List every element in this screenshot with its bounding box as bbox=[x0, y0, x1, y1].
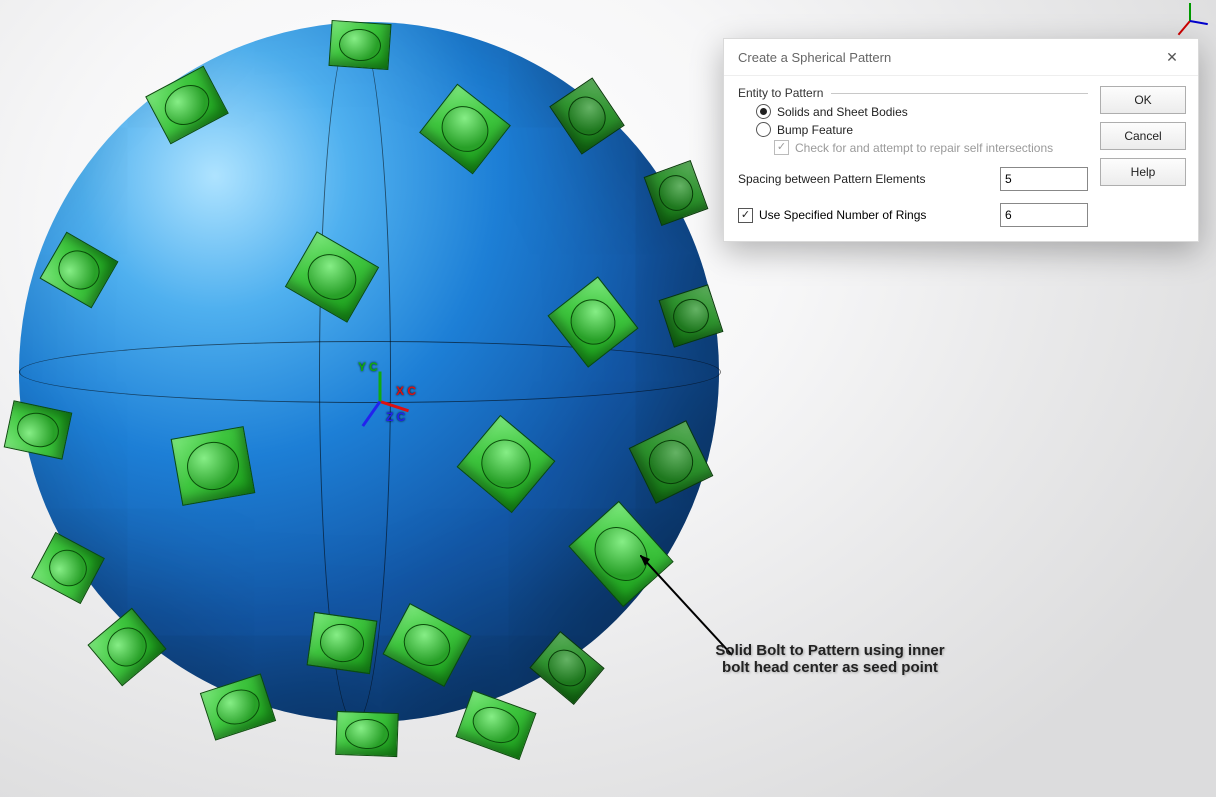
checkbox-icon bbox=[738, 208, 753, 223]
check-repair-intersections: Check for and attempt to repair self int… bbox=[774, 140, 1088, 155]
radio-label: Bump Feature bbox=[777, 123, 853, 137]
dialog-titlebar[interactable]: Create a Spherical Pattern ✕ bbox=[724, 39, 1198, 76]
axis-label-x: X C bbox=[396, 384, 416, 398]
view-triad bbox=[1172, 2, 1212, 42]
bolt-instance bbox=[328, 20, 391, 70]
radio-solids-and-sheet-bodies[interactable]: Solids and Sheet Bodies bbox=[756, 104, 1088, 119]
group-label: Entity to Pattern bbox=[738, 86, 823, 100]
close-button[interactable]: ✕ bbox=[1156, 45, 1188, 69]
radio-bump-feature[interactable]: Bump Feature bbox=[756, 122, 1088, 137]
bolt-instance bbox=[335, 711, 398, 757]
divider bbox=[831, 93, 1088, 94]
spherical-pattern-dialog: Create a Spherical Pattern ✕ Entity to P… bbox=[723, 38, 1199, 242]
check-use-specified-rings[interactable]: Use Specified Number of Rings bbox=[738, 208, 990, 223]
spacing-input[interactable] bbox=[1000, 167, 1088, 191]
cad-viewport[interactable]: X C Y C Z C Solid Bolt to Pattern using … bbox=[0, 0, 1216, 797]
close-icon: ✕ bbox=[1166, 49, 1178, 66]
bolt-instance bbox=[171, 426, 256, 506]
axis-label-z: Z C bbox=[386, 410, 405, 424]
bolt-instance bbox=[455, 690, 536, 760]
help-button[interactable]: Help bbox=[1100, 158, 1186, 186]
checkbox-label: Use Specified Number of Rings bbox=[759, 208, 926, 222]
axis-label-y: Y C bbox=[358, 360, 378, 374]
ok-button[interactable]: OK bbox=[1100, 86, 1186, 114]
radio-label: Solids and Sheet Bodies bbox=[777, 105, 908, 119]
spacing-label: Spacing between Pattern Elements bbox=[738, 172, 990, 186]
rings-input[interactable] bbox=[1000, 203, 1088, 227]
radio-icon bbox=[756, 122, 771, 137]
wcs-triad: X C Y C Z C bbox=[358, 360, 438, 440]
checkbox-icon bbox=[774, 140, 789, 155]
bolt-instance bbox=[307, 612, 378, 674]
radio-icon bbox=[756, 104, 771, 119]
dialog-title: Create a Spherical Pattern bbox=[738, 50, 891, 65]
cancel-button[interactable]: Cancel bbox=[1100, 122, 1186, 150]
annotation-text: Solid Bolt to Pattern using inner bolt h… bbox=[700, 642, 960, 676]
checkbox-label: Check for and attempt to repair self int… bbox=[795, 141, 1053, 155]
